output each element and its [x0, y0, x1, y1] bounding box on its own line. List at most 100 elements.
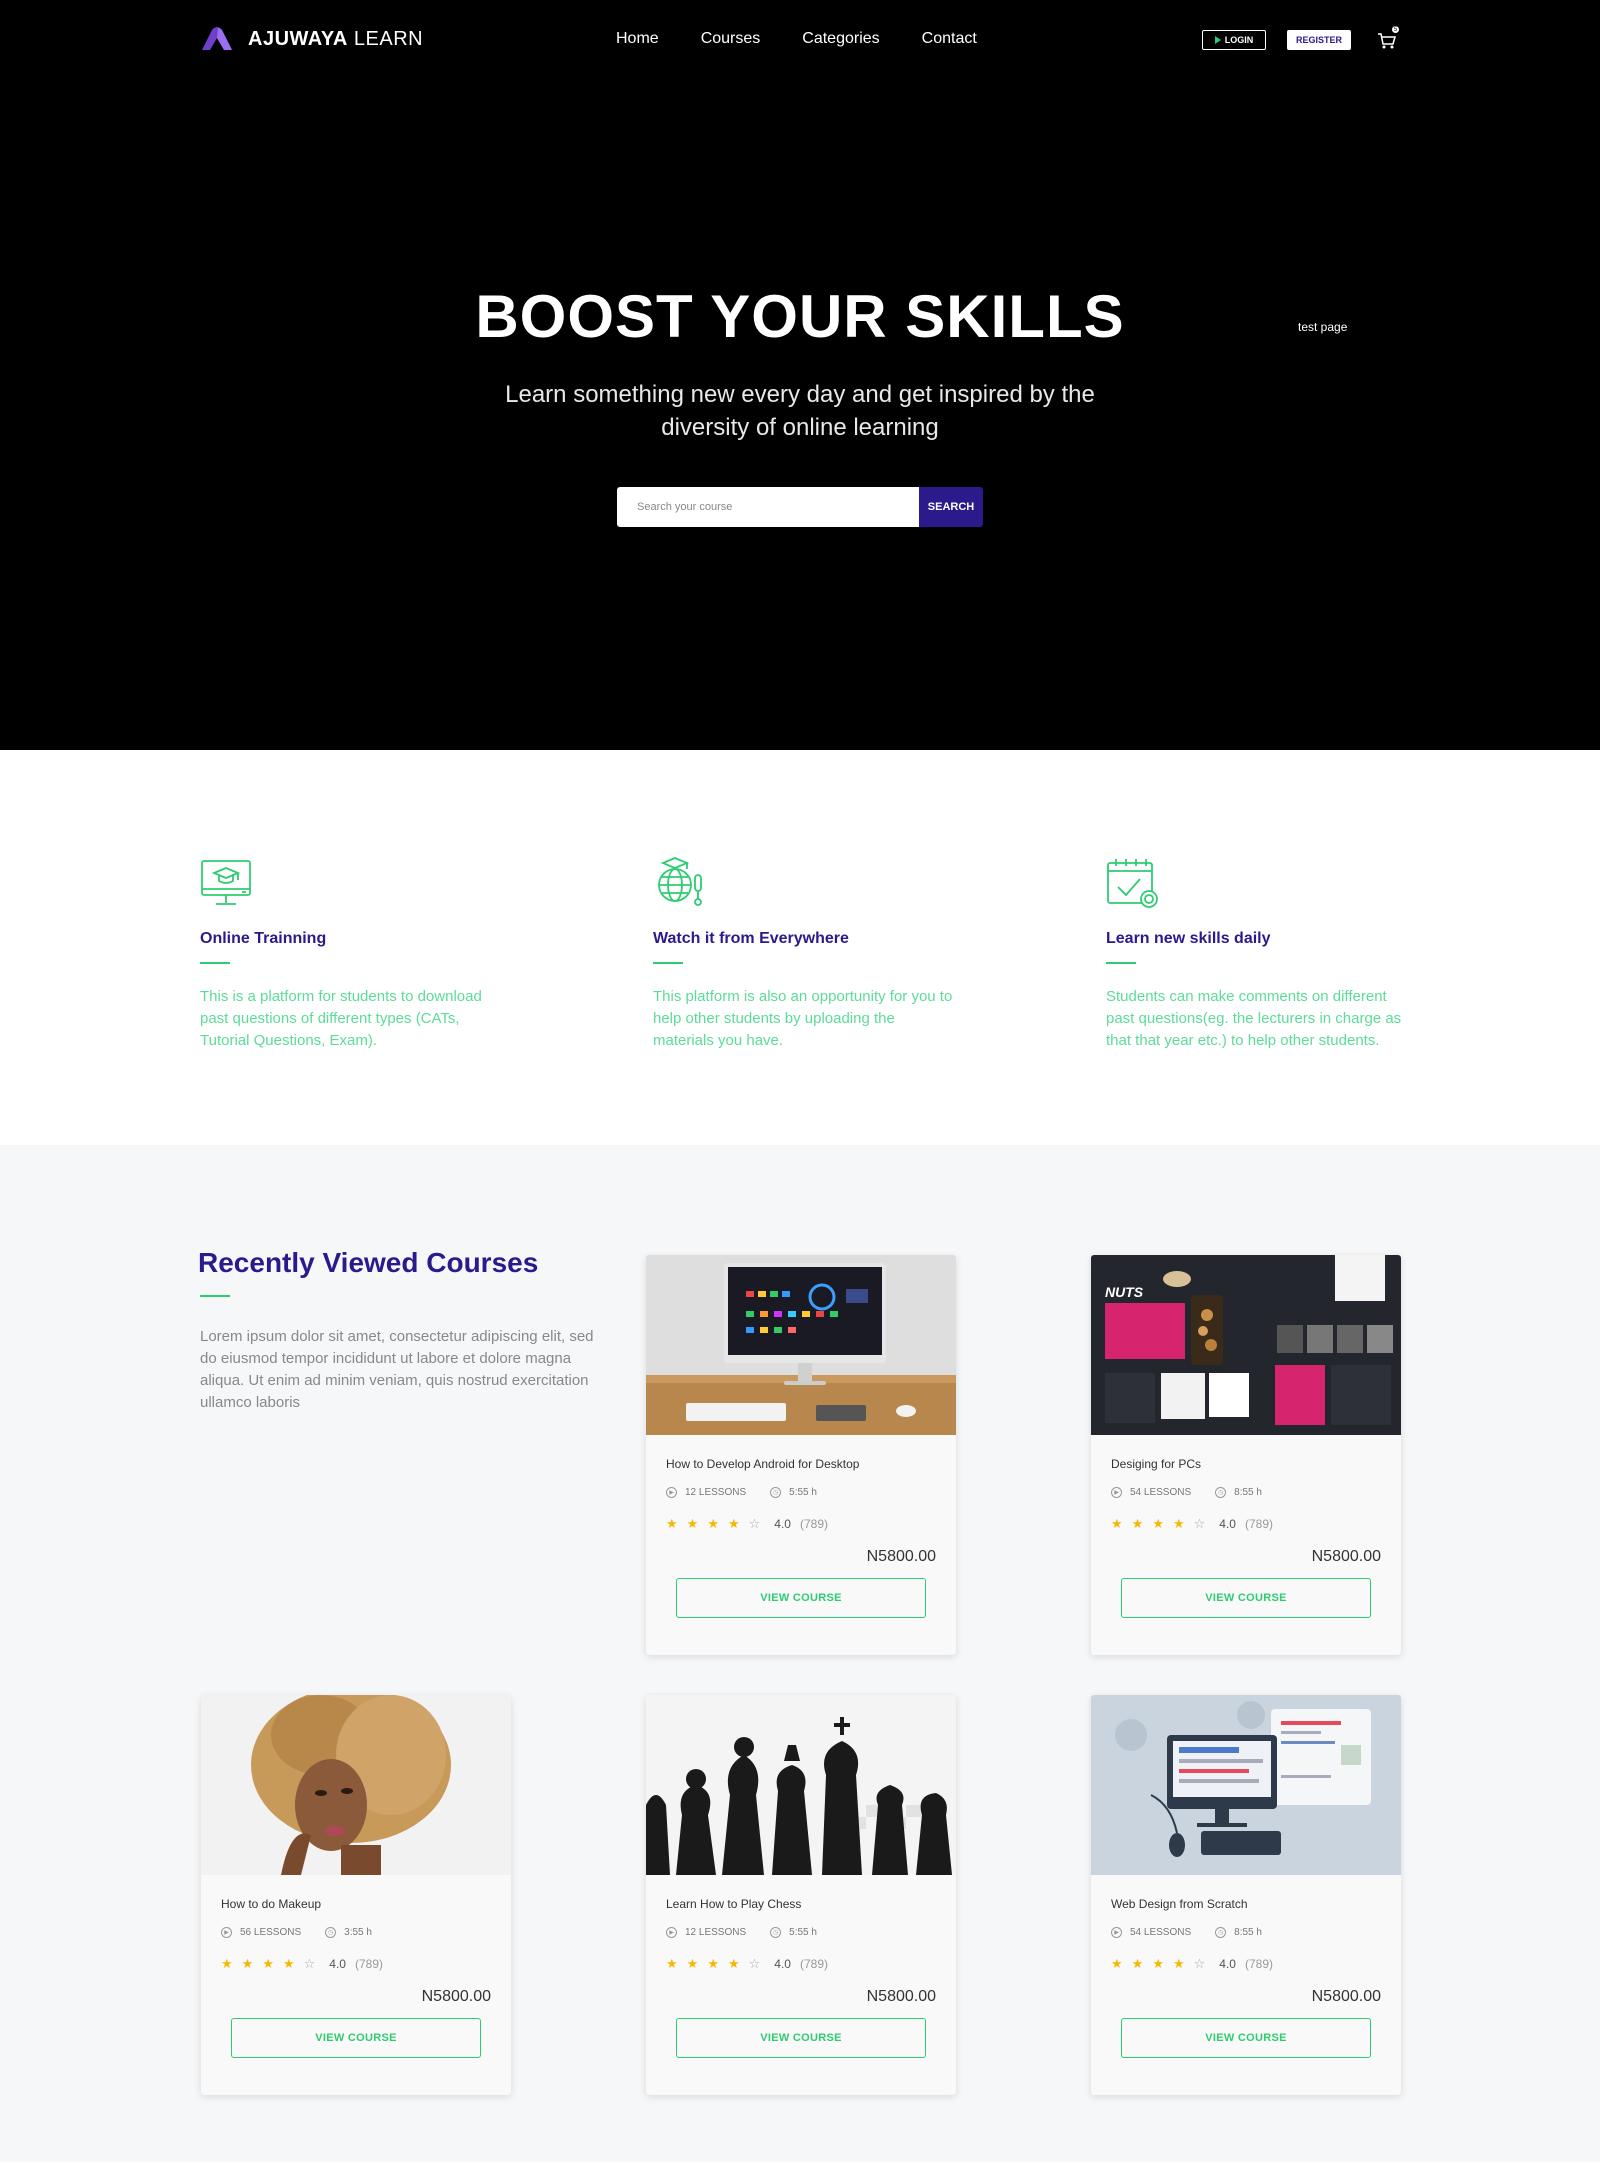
hero-title: BOOST YOUR SKILLS [475, 283, 1125, 350]
duration: ◷ 5:55 h [770, 1487, 817, 1498]
feature-learn-daily: Learn new skills daily Students can make… [1106, 855, 1406, 1052]
card-body: How to Develop Android for Desktop ▶ 12 … [646, 1457, 956, 1618]
feature-title: Watch it from Everywhere [653, 930, 849, 947]
monitor-graduation-icon [201, 860, 251, 905]
cart-button[interactable]: 5 [1376, 25, 1400, 51]
view-course-button[interactable]: VIEW COURSE [676, 2018, 926, 2058]
rating-score: 4.0 [329, 1957, 346, 1971]
duration: ◷ 8:55 h [1215, 1927, 1262, 1938]
star-icon: ★ [707, 1956, 719, 1971]
star-empty-icon: ☆ [748, 1956, 761, 1971]
card-body: Desiging for PCs ▶ 54 LESSONS ◷ 8:55 h ★ ★… [1091, 1457, 1401, 1618]
woman-portrait-image [201, 1695, 511, 1875]
card-body: Web Design from Scratch ▶ 54 LESSONS ◷ 8:… [1091, 1897, 1401, 2058]
view-course-button[interactable]: VIEW COURSE [1121, 2018, 1371, 2058]
course-meta: ▶ 12 LESSONS ◷ 5:55 h [666, 1927, 936, 1938]
cart-count-badge: 5 [1391, 25, 1400, 34]
rating-count: (789) [354, 1957, 383, 1971]
clock-icon: ◷ [770, 1487, 782, 1498]
course-card[interactable]: How to Develop Android for Desktop ▶ 12 … [646, 1255, 956, 1655]
play-icon [1214, 36, 1221, 44]
register-button[interactable]: REGISTER [1287, 30, 1351, 50]
brand[interactable]: AJUWAYA LEARN [200, 26, 423, 52]
course-card[interactable]: How to do Makeup ▶ 56 LESSONS ◷ 3:55 h ★ ★… [201, 1695, 511, 2095]
search-button[interactable]: SEARCH [919, 487, 983, 527]
star-icon: ★ [1152, 1516, 1164, 1531]
course-title[interactable]: Desiging for PCs [1111, 1457, 1381, 1471]
globe-graduation-icon [658, 857, 702, 906]
recent-courses-section: Recently Viewed Courses Lorem ipsum dolo… [0, 1145, 1600, 2162]
course-title[interactable]: Web Design from Scratch [1111, 1897, 1381, 1911]
search-input[interactable] [617, 487, 919, 527]
nav-home[interactable]: Home [616, 30, 659, 48]
star-rating: ★ ★ ★ ★ ☆ [1111, 1516, 1214, 1532]
nav-contact[interactable]: Contact [922, 30, 977, 48]
star-icon: ★ [1172, 1956, 1185, 1971]
lesson-count: 54 LESSONS [1130, 1927, 1192, 1938]
star-rating: ★ ★ ★ ★ ☆ [666, 1956, 769, 1972]
section-title: Recently Viewed Courses [198, 1247, 539, 1278]
clock-icon: ◷ [325, 1927, 337, 1938]
play-circle-icon: ▶ [221, 1927, 232, 1938]
star-icon: ★ [282, 1956, 295, 1971]
course-title[interactable]: How to Develop Android for Desktop [666, 1457, 936, 1471]
nav-categories[interactable]: Categories [802, 30, 879, 48]
duration: ◷ 8:55 h [1215, 1487, 1262, 1498]
course-rating: ★ ★ ★ ★ ☆ 4.0 (789) [666, 1956, 936, 1972]
course-title[interactable]: How to do Makeup [221, 1897, 491, 1911]
rating-count: (789) [799, 1517, 828, 1531]
course-meta: ▶ 12 LESSONS ◷ 5:55 h [666, 1487, 936, 1498]
star-icon: ★ [1172, 1516, 1185, 1531]
view-course-button[interactable]: VIEW COURSE [1121, 1578, 1371, 1618]
play-circle-icon: ▶ [666, 1487, 677, 1498]
duration: ◷ 5:55 h [770, 1927, 817, 1938]
course-rating: ★ ★ ★ ★ ☆ 4.0 (789) [1111, 1956, 1381, 1972]
course-rating: ★ ★ ★ ★ ☆ 4.0 (789) [666, 1516, 936, 1532]
course-title[interactable]: Learn How to Play Chess [666, 1897, 936, 1911]
divider [653, 962, 683, 964]
divider [1106, 962, 1136, 964]
feature-online-training: Online Trainning This is a platform for … [200, 855, 500, 1052]
feature-title: Learn new skills daily [1106, 930, 1271, 947]
lesson-count: 54 LESSONS [1130, 1487, 1192, 1498]
feature-text: This is a platform for students to downl… [200, 988, 482, 1049]
rating-score: 4.0 [1219, 1517, 1236, 1531]
nav-courses[interactable]: Courses [701, 30, 761, 48]
course-meta: ▶ 56 LESSONS ◷ 3:55 h [221, 1927, 491, 1938]
star-icon: ★ [1111, 1956, 1123, 1971]
rating-count: (789) [1244, 1957, 1273, 1971]
play-circle-icon: ▶ [1111, 1927, 1122, 1938]
divider [200, 1295, 230, 1297]
clock-icon: ◷ [1215, 1487, 1227, 1498]
star-icon: ★ [1152, 1956, 1164, 1971]
star-icon: ★ [666, 1516, 678, 1531]
course-price: N5800.00 [866, 1988, 936, 2005]
star-empty-icon: ☆ [303, 1956, 316, 1971]
top-nav: AJUWAYA LEARN Home Courses Categories Co… [0, 0, 1600, 80]
course-card[interactable]: NUTS Desiging for PCs ▶ 54 LESSONS ◷ 8:5… [1091, 1255, 1401, 1655]
course-price: N5800.00 [421, 1988, 491, 2005]
brand-logo-icon [202, 27, 232, 50]
features-section: Online Trainning This is a platform for … [0, 750, 1600, 1145]
lesson-count: 56 LESSONS [240, 1927, 302, 1938]
star-icon: ★ [1131, 1956, 1144, 1971]
test-page-link[interactable]: test page [1298, 320, 1347, 334]
view-course-button[interactable]: VIEW COURSE [231, 2018, 481, 2058]
course-price: N5800.00 [1311, 1548, 1381, 1565]
chess-pieces-image [646, 1695, 956, 1875]
star-rating: ★ ★ ★ ★ ☆ [1111, 1956, 1214, 1972]
star-icon: ★ [666, 1956, 678, 1971]
login-button[interactable]: LOGIN [1202, 30, 1266, 50]
header-actions: LOGIN REGISTER 5 [1202, 25, 1400, 51]
star-empty-icon: ☆ [1193, 1956, 1206, 1971]
rating-count: (789) [1244, 1517, 1273, 1531]
star-icon: ★ [707, 1516, 719, 1531]
section-description: Lorem ipsum dolor sit amet, consectetur … [200, 1328, 594, 1411]
computer-illustration-image [1091, 1695, 1401, 1875]
clock-icon: ◷ [770, 1927, 782, 1938]
star-icon: ★ [221, 1956, 233, 1971]
course-card[interactable]: Web Design from Scratch ▶ 54 LESSONS ◷ 8:… [1091, 1695, 1401, 2095]
course-rating: ★ ★ ★ ★ ☆ 4.0 (789) [221, 1956, 491, 1972]
course-card[interactable]: Learn How to Play Chess ▶ 12 LESSONS ◷ 5:… [646, 1695, 956, 2095]
view-course-button[interactable]: VIEW COURSE [676, 1578, 926, 1618]
